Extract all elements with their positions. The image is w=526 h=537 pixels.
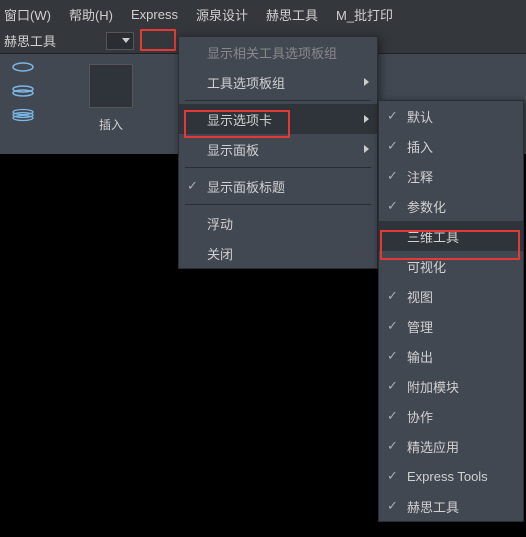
- tab-default[interactable]: ✓ 默认: [379, 101, 523, 131]
- insert-preview-icon[interactable]: [89, 64, 133, 108]
- menu-label: Express Tools: [407, 469, 488, 484]
- check-icon: ✓: [387, 318, 398, 334]
- layer-icon-3[interactable]: [11, 108, 35, 122]
- tab-featured-apps[interactable]: ✓ 精选应用: [379, 431, 523, 461]
- menu-express[interactable]: Express: [131, 7, 178, 22]
- menu-show-tabs[interactable]: 显示选项卡: [179, 104, 377, 134]
- chevron-right-icon: [364, 78, 369, 86]
- menu-label: 显示选项卡: [207, 110, 272, 129]
- tab-output[interactable]: ✓ 输出: [379, 341, 523, 371]
- caret-down-icon: [122, 38, 130, 43]
- chevron-right-icon: [364, 115, 369, 123]
- tab-hesi-tools[interactable]: ✓ 赫思工具: [379, 491, 523, 521]
- menu-header: 显示相关工具选项板组: [179, 37, 377, 67]
- menu-batch-print[interactable]: M_批打印: [336, 5, 393, 24]
- tab-manage[interactable]: ✓ 管理: [379, 311, 523, 341]
- check-icon: ✓: [387, 348, 398, 364]
- check-icon: ✓: [387, 498, 398, 514]
- menu-label: 可视化: [407, 257, 446, 276]
- menu-label: 三维工具: [407, 227, 459, 246]
- highlight-box-toolbar: [140, 29, 176, 51]
- toolbar-label: 赫思工具: [4, 31, 56, 50]
- menu-label: 工具选项板组: [207, 73, 285, 92]
- check-icon: ✓: [387, 438, 398, 454]
- menubar: 窗口(W) 帮助(H) Express 源泉设计 赫思工具 M_批打印: [0, 0, 526, 28]
- menu-label: 显示面板: [207, 140, 259, 159]
- layer-icon-2[interactable]: [11, 84, 35, 98]
- menu-label: 浮动: [207, 214, 233, 233]
- tab-view[interactable]: ✓ 视图: [379, 281, 523, 311]
- menu-label: 显示面板标题: [207, 177, 285, 196]
- menu-label: 精选应用: [407, 437, 459, 456]
- check-icon: ✓: [387, 198, 398, 214]
- menu-close[interactable]: 关闭: [179, 238, 377, 268]
- menu-label: 关闭: [207, 244, 233, 263]
- context-menu-ribbon: 显示相关工具选项板组 工具选项板组 显示选项卡 显示面板 ✓ 显示面板标题 浮动…: [178, 36, 378, 269]
- menu-label: 视图: [407, 287, 433, 306]
- check-icon: ✓: [387, 468, 398, 484]
- menu-separator: [185, 167, 371, 168]
- check-icon: ✓: [387, 108, 398, 124]
- menu-tool-palette-group[interactable]: 工具选项板组: [179, 67, 377, 97]
- tab-collaborate[interactable]: ✓ 协作: [379, 401, 523, 431]
- tab-insert[interactable]: ✓ 插入: [379, 131, 523, 161]
- submenu-show-tabs: ✓ 默认 ✓ 插入 ✓ 注释 ✓ 参数化 三维工具 可视化 ✓ 视图 ✓ 管理 ✓ 输出 ✓ 附…: [378, 100, 524, 522]
- layer-icon-1[interactable]: [11, 60, 35, 74]
- check-icon: ✓: [387, 378, 398, 394]
- tab-parametric[interactable]: ✓ 参数化: [379, 191, 523, 221]
- menu-label: 输出: [407, 347, 433, 366]
- menu-show-panel-titles[interactable]: ✓ 显示面板标题: [179, 171, 377, 201]
- menu-label: 赫思工具: [407, 497, 459, 516]
- menu-label: 附加模块: [407, 377, 459, 396]
- check-icon: ✓: [387, 288, 398, 304]
- menu-float[interactable]: 浮动: [179, 208, 377, 238]
- tab-annotate[interactable]: ✓ 注释: [379, 161, 523, 191]
- menu-label: 注释: [407, 167, 433, 186]
- toolbar-dropdown[interactable]: [106, 32, 134, 50]
- tab-addins[interactable]: ✓ 附加模块: [379, 371, 523, 401]
- menu-separator: [185, 100, 371, 101]
- tab-express-tools[interactable]: ✓ Express Tools: [379, 461, 523, 491]
- check-icon: ✓: [387, 138, 398, 154]
- insert-label: 插入: [52, 116, 170, 133]
- chevron-right-icon: [364, 145, 369, 153]
- menu-label: 插入: [407, 137, 433, 156]
- check-icon: ✓: [387, 408, 398, 424]
- tab-3d-tools[interactable]: 三维工具: [379, 221, 523, 251]
- ribbon-insert-panel: 插入: [46, 54, 176, 154]
- menu-yuanquan[interactable]: 源泉设计: [196, 5, 248, 24]
- menu-label: 管理: [407, 317, 433, 336]
- menu-label: 协作: [407, 407, 433, 426]
- tab-visualize[interactable]: 可视化: [379, 251, 523, 281]
- ribbon-layer-panel: [0, 54, 46, 154]
- check-icon: ✓: [187, 178, 198, 194]
- menu-window[interactable]: 窗口(W): [4, 5, 51, 24]
- menu-help[interactable]: 帮助(H): [69, 5, 113, 24]
- menu-label: 参数化: [407, 197, 446, 216]
- menu-hesi[interactable]: 赫思工具: [266, 5, 318, 24]
- check-icon: ✓: [387, 168, 398, 184]
- menu-separator: [185, 204, 371, 205]
- menu-label: 默认: [407, 107, 433, 126]
- menu-show-panels[interactable]: 显示面板: [179, 134, 377, 164]
